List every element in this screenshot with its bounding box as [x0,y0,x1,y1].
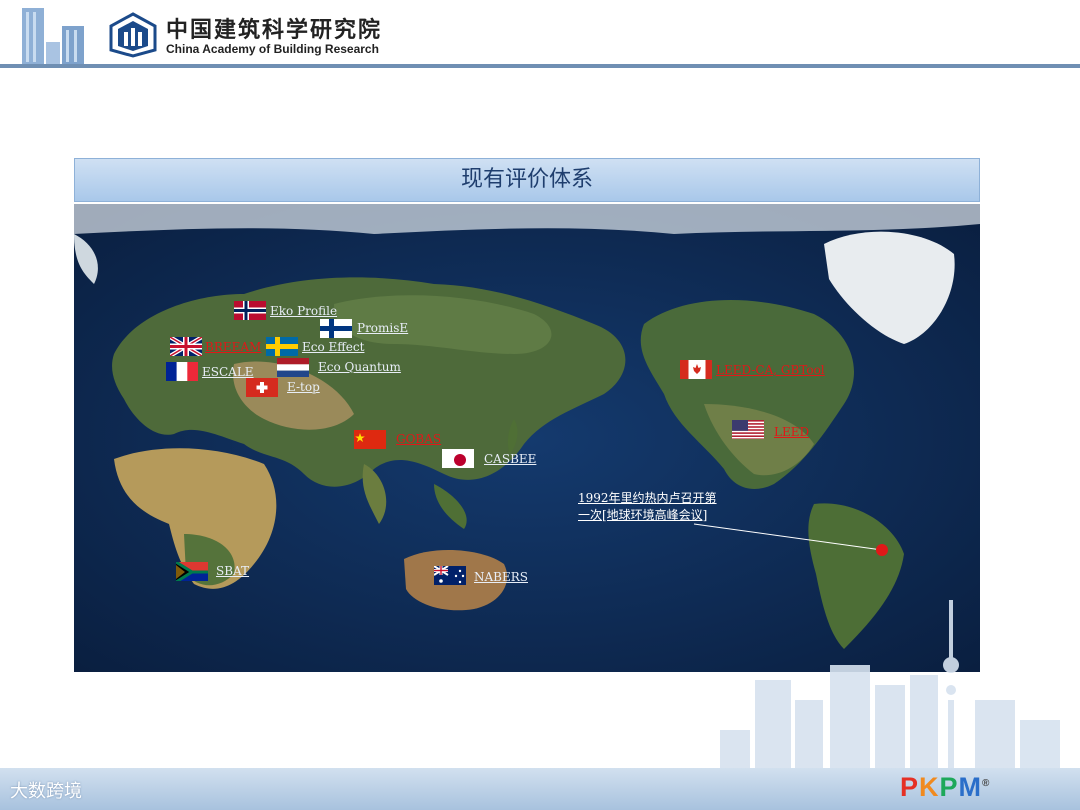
pkpm-registered-mark: ® [982,778,991,789]
annotation-line-1: 1992年里约热内卢召开第 [578,491,717,505]
header-divider [0,64,1080,68]
cabr-logo-icon [109,12,157,58]
system-label-eko-profile: Eko Profile [270,304,338,318]
switzerland-flag-icon [246,378,278,397]
org-name-english: China Academy of Building Research [166,42,379,56]
australia-flag-icon [434,566,466,585]
watermark-text: 大数跨境 [10,781,82,802]
france-flag-icon [166,362,198,381]
uk-flag-icon [170,337,202,356]
system-label-eco-quantum: Eco Quantum [318,360,401,374]
netherlands-flag-icon [277,358,309,377]
system-label-sbat: SBAT [216,564,250,578]
system-label-gobas: GOBAS [396,432,442,446]
system-label-leed: LEED [774,425,810,439]
org-name-chinese: 中国建筑科学研究院 [166,17,383,43]
system-label-breeam: BREEAM [205,340,262,354]
system-label-promise: PromisE [357,321,409,335]
sweden-flag-icon [266,337,298,356]
usa-flag-icon [732,420,764,439]
rio-summit-annotation: 1992年里约热内卢召开第 一次[地球环境高峰会议] [578,490,717,524]
system-label-eco-effect: Eco Effect [302,340,365,354]
finland-flag-icon [320,319,352,338]
japan-flag-icon [442,449,474,468]
header: 中国建筑科学研究院 China Academy of Building Rese… [0,0,1080,70]
annotation-line-2: 一次[地球环境高峰会议] [578,508,708,522]
slide-title-bar: 现有评价体系 [74,158,980,202]
system-label-escale: ESCALE [202,365,254,379]
canada-flag-icon [680,360,712,379]
china-flag-icon [354,430,386,449]
pkpm-logo: PKPM® [900,772,991,802]
norway-flag-icon [234,301,266,320]
city-skyline-graphic [720,600,1060,770]
south-africa-flag-icon [176,562,208,581]
system-label-casbee: CASBEE [484,452,537,466]
slide-title: 现有评价体系 [460,167,593,192]
system-label-e-top: E-top [287,380,320,394]
system-label-leed-ca-gbtool: LEED-CA, GBTool [716,363,825,377]
system-label-nabers: NABERS [474,570,528,584]
building-graphic-icon [22,8,84,64]
